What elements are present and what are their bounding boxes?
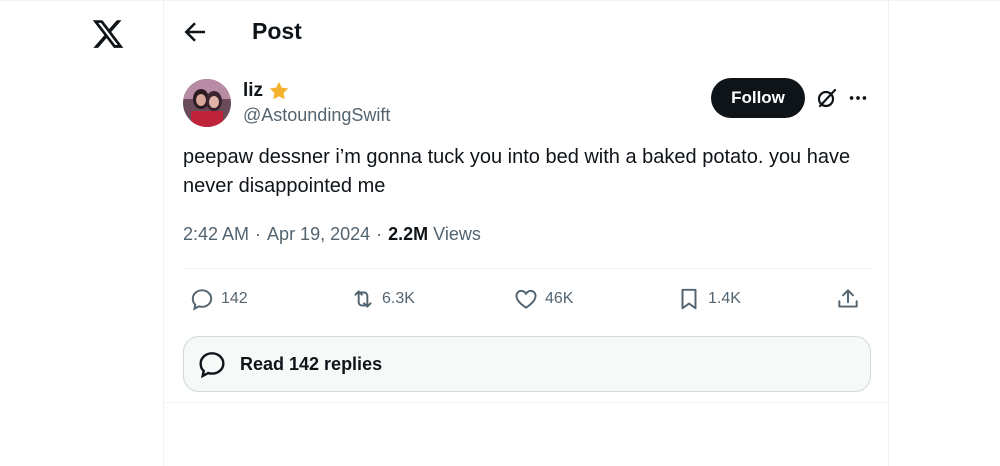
bookmark-button[interactable]: 1.4K: [676, 283, 741, 315]
meta-separator: ·: [255, 224, 262, 244]
heart-icon: [515, 289, 537, 309]
views-count: 2.2M: [388, 224, 429, 244]
author-display-name[interactable]: liz: [243, 80, 263, 102]
repost-button[interactable]: 6.3K: [350, 283, 415, 315]
share-button[interactable]: [835, 283, 861, 315]
like-count: 46K: [545, 290, 574, 307]
tweet-metadata: 2:42 AM · Apr 19, 2024 · 2.2M Views: [183, 224, 481, 245]
meta-separator: ·: [376, 224, 383, 244]
divider: [183, 268, 871, 269]
post-header: Post: [164, 0, 890, 64]
like-button[interactable]: 46K: [513, 283, 573, 315]
reply-button[interactable]: 142: [189, 283, 248, 315]
views-label: Views: [433, 224, 481, 244]
page-title: Post: [252, 18, 302, 44]
reply-bubble-icon: [199, 352, 225, 379]
repost-icon: [354, 290, 372, 308]
back-arrow-icon[interactable]: [180, 17, 210, 47]
author-handle[interactable]: @AstoundingSwift: [243, 105, 390, 126]
bookmark-icon: [681, 288, 697, 310]
read-replies-button[interactable]: Read 142 replies: [183, 336, 871, 392]
action-bar: 142 6.3K 46K 1.4K: [183, 283, 871, 315]
author-name-row: liz: [243, 80, 290, 102]
share-icon: [838, 289, 858, 308]
avatar[interactable]: [183, 79, 231, 127]
grok-icon[interactable]: [815, 86, 839, 110]
follow-button[interactable]: Follow: [711, 78, 805, 118]
tweet-text: peepaw dessner i’m gonna tuck you into b…: [183, 146, 851, 197]
read-replies-label: Read 142 replies: [240, 353, 383, 374]
bottom-divider: [164, 402, 890, 403]
repost-count: 6.3K: [382, 290, 415, 307]
tweet-time[interactable]: 2:42 AM: [183, 224, 249, 245]
reply-icon: [191, 289, 213, 311]
star-badge-icon: [269, 81, 289, 100]
more-options-icon[interactable]: [847, 87, 869, 109]
x-logo-icon[interactable]: [90, 17, 126, 51]
tweet-date[interactable]: Apr 19, 2024: [267, 224, 370, 245]
bookmark-count: 1.4K: [708, 290, 741, 307]
post-column: Post liz @AstoundingSwift Follow peepaw …: [163, 0, 890, 466]
reply-count: 142: [221, 290, 248, 307]
